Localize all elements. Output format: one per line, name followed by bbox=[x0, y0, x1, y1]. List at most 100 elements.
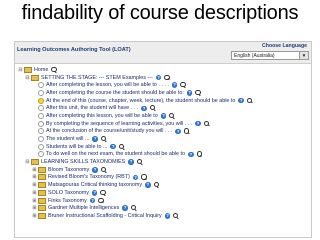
tree-item-label[interactable]: To do well on the next exam, the student… bbox=[46, 151, 185, 157]
tree-item-label[interactable]: At the end of this (course, chapter, wee… bbox=[46, 98, 235, 104]
help-icon[interactable]: ? bbox=[188, 151, 194, 158]
lightbulb-icon bbox=[38, 105, 44, 112]
search-icon[interactable] bbox=[118, 143, 125, 150]
search-icon[interactable] bbox=[203, 120, 210, 127]
lightbulb-icon bbox=[38, 143, 44, 150]
tree-row[interactable]: After completing the lesson, you will be… bbox=[15, 81, 311, 89]
search-icon[interactable] bbox=[100, 136, 107, 142]
help-icon[interactable]: ? bbox=[238, 97, 244, 104]
expand-icon[interactable]: ⊞ bbox=[32, 198, 37, 204]
search-icon[interactable] bbox=[183, 128, 190, 134]
tree-item-label[interactable]: After this unit, the student will have .… bbox=[46, 105, 138, 111]
tree-row[interactable]: By completing the sequence of learning a… bbox=[15, 120, 311, 128]
help-icon[interactable]: ? bbox=[155, 74, 162, 81]
search-icon[interactable] bbox=[130, 205, 137, 211]
tree-item-label[interactable]: SOLO Taxonomy bbox=[48, 190, 89, 196]
tree-row[interactable]: ⊞ Bruner Instructional Scaffolding - Crit… bbox=[15, 212, 311, 220]
help-icon[interactable]: ? bbox=[122, 205, 128, 211]
search-icon[interactable] bbox=[100, 166, 107, 173]
lightbulb-icon bbox=[38, 128, 44, 135]
tree-item-label[interactable]: Matsagouras Critical thinking taxonomy bbox=[48, 182, 142, 188]
help-icon[interactable]: ? bbox=[164, 213, 171, 219]
tree-item-label[interactable]: The student will ... bbox=[46, 136, 89, 142]
help-icon[interactable]: ? bbox=[91, 190, 98, 196]
help-icon[interactable]: ? bbox=[195, 120, 201, 127]
expand-icon[interactable]: ⊞ bbox=[32, 174, 37, 180]
search-icon[interactable] bbox=[100, 189, 106, 196]
help-icon[interactable]: ? bbox=[128, 159, 134, 165]
expand-icon[interactable]: ⊞ bbox=[32, 213, 37, 219]
search-icon[interactable] bbox=[180, 82, 186, 88]
expand-icon[interactable]: ⊞ bbox=[32, 167, 37, 173]
tree-row[interactable]: After this unit, the student will have .… bbox=[15, 104, 311, 112]
lightbulb-icon bbox=[38, 136, 44, 143]
search-icon[interactable] bbox=[164, 74, 170, 81]
search-icon[interactable] bbox=[153, 182, 160, 188]
help-icon[interactable]: ? bbox=[92, 136, 98, 142]
help-icon[interactable]: ? bbox=[160, 113, 167, 119]
tree-item-label[interactable]: Revised Bloom's Taxonomy (RBT) bbox=[48, 174, 130, 180]
tree-item-label[interactable]: SETTING THE STAGE: --- STEM Examples --- bbox=[41, 75, 153, 81]
tree-row[interactable]: ⊟ Home bbox=[15, 66, 311, 74]
help-icon[interactable]: ? bbox=[92, 167, 98, 173]
tree-item-label[interactable]: Finks Taxonomy bbox=[48, 198, 87, 204]
lightbulb-icon bbox=[38, 82, 44, 89]
chevron-down-icon[interactable]: ▼ bbox=[299, 52, 308, 59]
tree-row[interactable]: ⊞ Gardner Multiple Intelligences? bbox=[15, 204, 311, 212]
tree-item-label[interactable]: Students will be able to ... bbox=[46, 144, 107, 150]
help-icon[interactable]: ? bbox=[132, 174, 139, 181]
search-icon[interactable] bbox=[149, 105, 156, 111]
tree-item-label[interactable]: By completing the sequence of learning a… bbox=[46, 121, 192, 127]
help-icon[interactable]: ? bbox=[141, 105, 147, 112]
tree-item-label[interactable]: Bloom Taxonomy bbox=[48, 167, 89, 173]
collapse-icon[interactable]: ⊟ bbox=[25, 159, 30, 165]
tree-row[interactable]: Students will be able to ...? bbox=[15, 143, 311, 151]
tree-item-label[interactable]: After completing the lesson, you will be… bbox=[46, 82, 169, 88]
expand-icon[interactable]: ⊞ bbox=[32, 190, 37, 196]
help-icon[interactable]: ? bbox=[186, 90, 193, 96]
tree-row[interactable]: ⊟ LEARNING SKILLS TAXONOMIES? bbox=[15, 158, 311, 166]
search-icon[interactable] bbox=[169, 112, 175, 119]
tree-item-label[interactable]: After completing the course the student … bbox=[46, 90, 184, 96]
help-icon[interactable]: ? bbox=[89, 197, 96, 204]
tree-item-label[interactable]: After completing this lesson, you will b… bbox=[46, 113, 158, 119]
help-icon[interactable]: ? bbox=[171, 82, 178, 88]
tree-item-label[interactable]: Gardner Multiple Intelligences bbox=[48, 205, 119, 211]
help-icon[interactable]: ? bbox=[110, 143, 116, 150]
tree-row[interactable]: At the conclusion of the course/unit/stu… bbox=[15, 128, 311, 136]
collapse-icon[interactable]: ⊟ bbox=[18, 67, 23, 73]
tree-row[interactable]: ⊟ SETTING THE STAGE: --- STEM Examples --… bbox=[15, 74, 311, 82]
tree-item-label[interactable]: LEARNING SKILLS TAXONOMIES bbox=[41, 159, 125, 165]
language-select[interactable]: English (Australia) ▼ bbox=[231, 51, 309, 60]
search-icon[interactable] bbox=[51, 66, 57, 73]
expand-icon[interactable]: ⊞ bbox=[32, 205, 37, 211]
collapse-icon[interactable]: ⊟ bbox=[25, 75, 30, 81]
tree-row[interactable]: ⊞ Revised Bloom's Taxonomy (RBT)? bbox=[15, 174, 311, 182]
tree-item-label[interactable]: Bruner Instructional Scaffolding - Criti… bbox=[48, 213, 162, 219]
tree-row[interactable]: ⊞ Finks Taxonomy? bbox=[15, 197, 311, 205]
search-icon[interactable] bbox=[173, 212, 179, 219]
help-icon[interactable]: ? bbox=[175, 128, 181, 135]
folder-icon bbox=[38, 189, 46, 196]
tree-row[interactable]: ⊞ Bloom Taxonomy? bbox=[15, 166, 311, 174]
outcomes-tree: ⊟ Home ⊟ SETTING THE STAGE: --- STEM Exampl… bbox=[15, 66, 311, 220]
tree-row[interactable]: After completing the course the student … bbox=[15, 89, 311, 97]
tree-row[interactable]: After completing this lesson, you will b… bbox=[15, 112, 311, 120]
lightbulb-icon bbox=[38, 112, 44, 119]
search-icon[interactable] bbox=[136, 159, 143, 165]
search-icon[interactable] bbox=[195, 89, 201, 96]
expand-icon[interactable]: ⊞ bbox=[32, 182, 37, 188]
search-icon[interactable] bbox=[98, 197, 104, 204]
tree-row[interactable]: At the end of this (course, chapter, wee… bbox=[15, 97, 311, 105]
tree-row[interactable]: The student will ...? bbox=[15, 135, 311, 143]
tree-item-label[interactable]: At the conclusion of the course/unit/stu… bbox=[46, 128, 172, 134]
search-icon[interactable] bbox=[196, 151, 203, 157]
lightbulb-icon bbox=[38, 97, 44, 104]
search-icon[interactable] bbox=[141, 174, 147, 180]
tree-row[interactable]: ⊞ SOLO Taxonomy? bbox=[15, 189, 311, 197]
tree-row[interactable]: To do well on the next exam, the student… bbox=[15, 151, 311, 159]
help-icon[interactable]: ? bbox=[145, 182, 151, 188]
tree-row[interactable]: ⊞ Matsagouras Critical thinking taxonomy? bbox=[15, 181, 311, 189]
tree-item-label[interactable]: Home bbox=[34, 67, 48, 73]
search-icon[interactable] bbox=[246, 97, 253, 104]
